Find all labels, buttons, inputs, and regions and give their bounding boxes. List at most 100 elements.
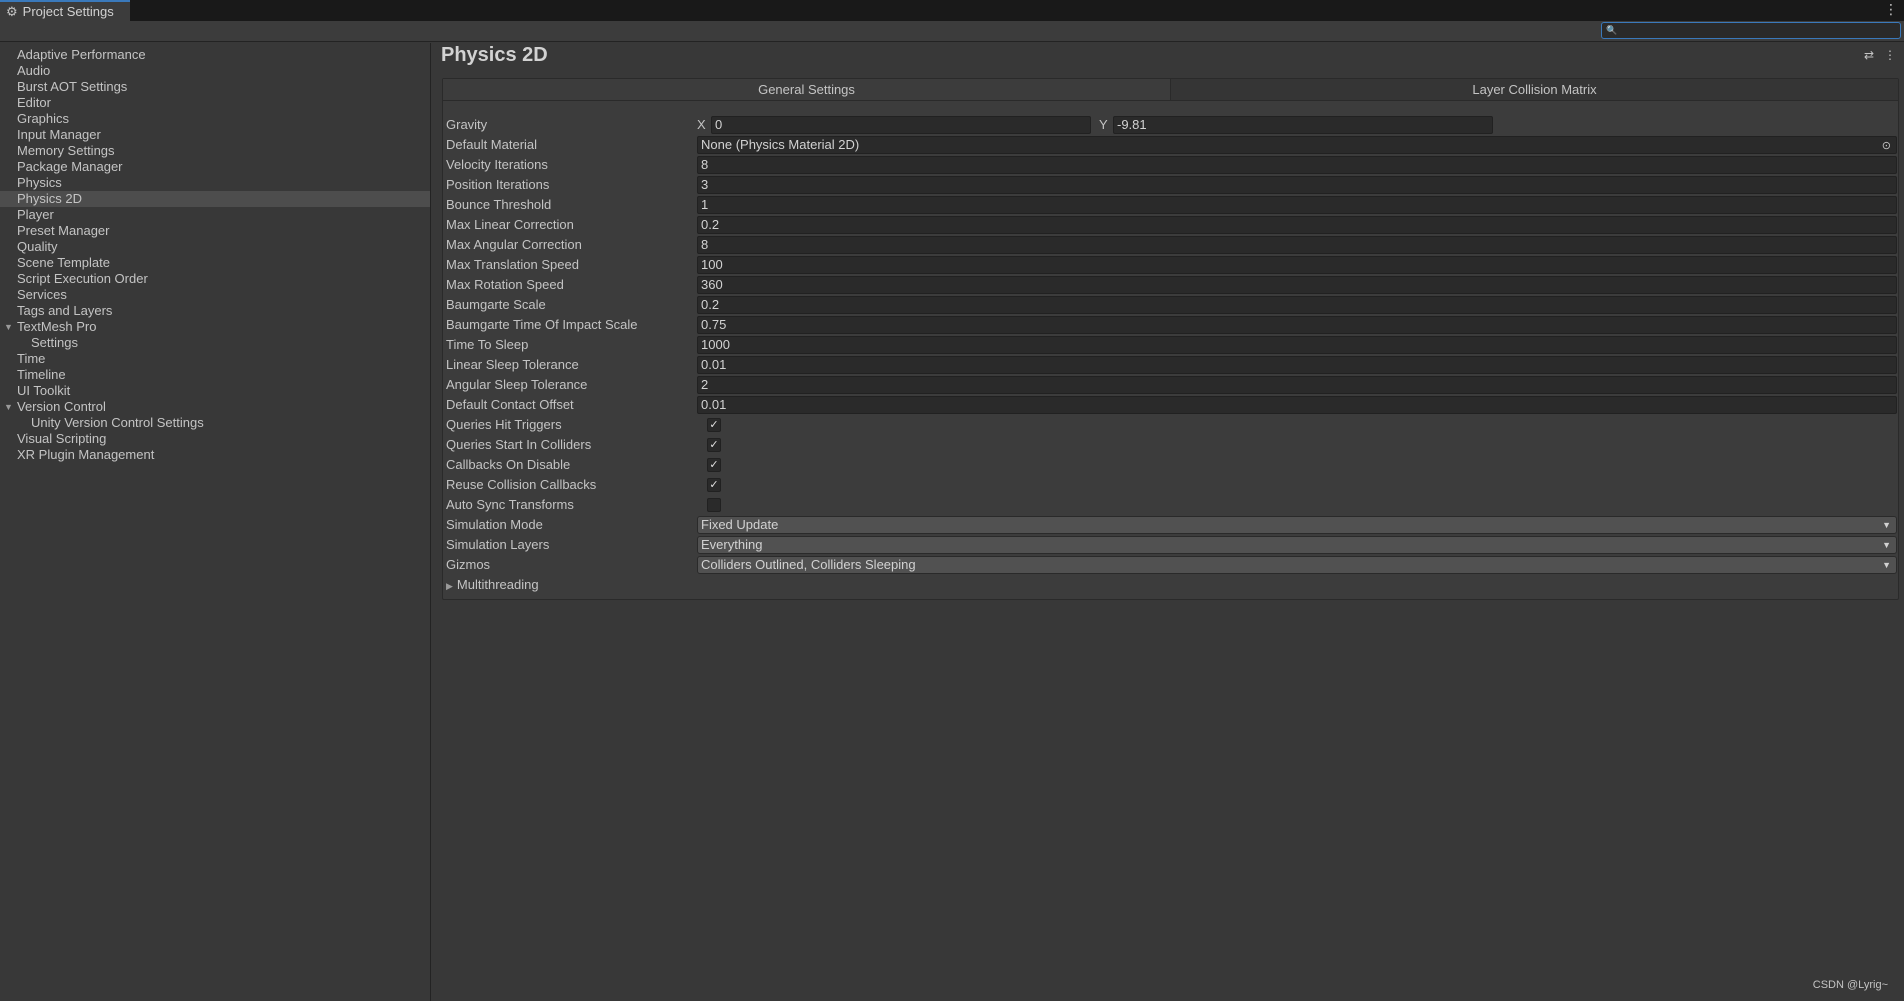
main-panel: Physics 2D ⇄ ⋮ General Settings Layer Co…: [432, 43, 1904, 1001]
linear-sleep-tolerance-row: Linear Sleep Tolerance 0.01: [443, 355, 1898, 375]
sidebar-item-preset-manager[interactable]: Preset Manager: [0, 223, 430, 239]
sidebar-item-visual-scripting[interactable]: Visual Scripting: [0, 431, 430, 447]
sidebar-item-label: Player: [17, 207, 54, 222]
auto-sync-transforms-checkbox[interactable]: [707, 498, 721, 512]
simulation-layers-row: Simulation Layers Everything ▼: [443, 535, 1898, 555]
baumgarte-time-of-impact-scale-row: Baumgarte Time Of Impact Scale 0.75: [443, 315, 1898, 335]
baumgarte-scale-field[interactable]: 0.2: [697, 296, 1897, 314]
gravity-x-label[interactable]: X: [697, 117, 706, 132]
tab-layer-collision-matrix[interactable]: Layer Collision Matrix: [1171, 79, 1898, 100]
sidebar-item-scene-template[interactable]: Scene Template: [0, 255, 430, 271]
default-material-field[interactable]: None (Physics Material 2D) ⊙: [697, 136, 1897, 154]
sidebar-item-label: XR Plugin Management: [17, 447, 155, 462]
baumgarte-scale-row: Baumgarte Scale 0.2: [443, 295, 1898, 315]
more-options-icon[interactable]: ⋮: [1884, 48, 1896, 62]
title-icons: ⇄ ⋮: [1864, 48, 1896, 62]
sidebar-item-version-control[interactable]: ▼ Version Control: [0, 399, 430, 415]
presets-icon[interactable]: ⇄: [1864, 48, 1874, 62]
max-angular-correction-field[interactable]: 8: [697, 236, 1897, 254]
search-input[interactable]: [1621, 23, 1892, 38]
queries-start-in-colliders-checkbox[interactable]: ✓: [707, 438, 721, 452]
position-iterations-field[interactable]: 3: [697, 176, 1897, 194]
expand-triangle-icon[interactable]: ▼: [4, 399, 13, 415]
expand-triangle-icon[interactable]: ▼: [4, 319, 13, 335]
gravity-x-field[interactable]: 0: [711, 116, 1091, 134]
max-linear-correction-row: Max Linear Correction 0.2: [443, 215, 1898, 235]
sidebar-item-label: Physics 2D: [17, 191, 83, 206]
sidebar-item-graphics[interactable]: Graphics: [0, 111, 430, 127]
linear-sleep-tolerance-field[interactable]: 0.01: [697, 356, 1897, 374]
gizmos-dropdown[interactable]: Colliders Outlined, Colliders Sleeping ▼: [697, 556, 1897, 574]
sidebar-item-package-manager[interactable]: Package Manager: [0, 159, 430, 175]
gravity-row: Gravity X 0 Y -9.81: [443, 115, 1898, 135]
sidebar-item-textmesh-pro[interactable]: ▼ TextMesh Pro: [0, 319, 430, 335]
window-menu-icon[interactable]: ⋮: [1884, 2, 1898, 16]
sidebar-item-services[interactable]: Services: [0, 287, 430, 303]
simulation-mode-dropdown[interactable]: Fixed Update ▼: [697, 516, 1897, 534]
project-settings-tab[interactable]: ⚙ Project Settings: [0, 0, 130, 21]
page-title: Physics 2D: [441, 44, 548, 66]
reuse-collision-callbacks-row: Reuse Collision Callbacks ✓: [443, 475, 1898, 495]
reuse-collision-callbacks-label: Reuse Collision Callbacks: [446, 477, 597, 492]
search-box[interactable]: 🔍: [1601, 22, 1901, 39]
sidebar-item-xr-plugin-management[interactable]: XR Plugin Management: [0, 447, 430, 463]
max-linear-correction-field[interactable]: 0.2: [697, 216, 1897, 234]
time-to-sleep-label: Time To Sleep: [446, 337, 529, 352]
sidebar-item-memory-settings[interactable]: Memory Settings: [0, 143, 430, 159]
gravity-y-field[interactable]: -9.81: [1113, 116, 1493, 134]
sidebar-item-label: Memory Settings: [17, 143, 115, 158]
default-contact-offset-row: Default Contact Offset 0.01: [443, 395, 1898, 415]
bounce-threshold-row: Bounce Threshold 1: [443, 195, 1898, 215]
time-to-sleep-field[interactable]: 1000: [697, 336, 1897, 354]
sidebar-item-tags-and-layers[interactable]: Tags and Layers: [0, 303, 430, 319]
max-rotation-speed-label: Max Rotation Speed: [446, 277, 564, 292]
callbacks-on-disable-row: Callbacks On Disable ✓: [443, 455, 1898, 475]
gear-icon: ⚙: [6, 3, 18, 19]
queries-start-in-colliders-row: Queries Start In Colliders ✓: [443, 435, 1898, 455]
time-to-sleep-row: Time To Sleep 1000: [443, 335, 1898, 355]
sidebar-item-physics-2d[interactable]: Physics 2D: [0, 191, 430, 207]
sidebar-item-unity-version-control-settings[interactable]: Unity Version Control Settings: [0, 415, 430, 431]
gravity-y-label[interactable]: Y: [1099, 117, 1108, 132]
angular-sleep-tolerance-field[interactable]: 2: [697, 376, 1897, 394]
sidebar-item-label: Preset Manager: [17, 223, 110, 238]
sidebar-item-physics[interactable]: Physics: [0, 175, 430, 191]
dropdown-value: Fixed Update: [701, 517, 779, 532]
sidebar-item-audio[interactable]: Audio: [0, 63, 430, 79]
sidebar-item-timeline[interactable]: Timeline: [0, 367, 430, 383]
settings-rows: Gravity X 0 Y -9.81 Default Material Non…: [443, 115, 1898, 595]
max-linear-correction-label: Max Linear Correction: [446, 217, 574, 232]
sidebar-item-label: UI Toolkit: [17, 383, 71, 398]
tab-general-settings[interactable]: General Settings: [443, 79, 1171, 100]
multithreading-label: Multithreading: [456, 577, 539, 592]
sidebar-item-player[interactable]: Player: [0, 207, 430, 223]
sidebar-item-ui-toolkit[interactable]: UI Toolkit: [0, 383, 430, 399]
max-translation-speed-field[interactable]: 100: [697, 256, 1897, 274]
sidebar-item-quality[interactable]: Quality: [0, 239, 430, 255]
sidebar-item-script-execution-order[interactable]: Script Execution Order: [0, 271, 430, 287]
gizmos-row: Gizmos Colliders Outlined, Colliders Slee…: [443, 555, 1898, 575]
queries-hit-triggers-row: Queries Hit Triggers ✓: [443, 415, 1898, 435]
simulation-layers-dropdown[interactable]: Everything ▼: [697, 536, 1897, 554]
queries-hit-triggers-checkbox[interactable]: ✓: [707, 418, 721, 432]
reuse-collision-callbacks-checkbox[interactable]: ✓: [707, 478, 721, 492]
chevron-down-icon: ▼: [1882, 560, 1891, 570]
sidebar-item-label: Input Manager: [17, 127, 101, 142]
max-rotation-speed-field[interactable]: 360: [697, 276, 1897, 294]
callbacks-on-disable-checkbox[interactable]: ✓: [707, 458, 721, 472]
bounce-threshold-field[interactable]: 1: [697, 196, 1897, 214]
sidebar-item-burst-aot-settings[interactable]: Burst AOT Settings: [0, 79, 430, 95]
default-contact-offset-field[interactable]: 0.01: [697, 396, 1897, 414]
sidebar-item-editor[interactable]: Editor: [0, 95, 430, 111]
sidebar-item-settings[interactable]: Settings: [0, 335, 430, 351]
sidebar-item-time[interactable]: Time: [0, 351, 430, 367]
sidebar-item-adaptive-performance[interactable]: Adaptive Performance: [0, 47, 430, 63]
multithreading-foldout[interactable]: ▶ Multithreading: [446, 577, 539, 592]
velocity-iterations-field[interactable]: 8: [697, 156, 1897, 174]
sidebar-item-label: Time: [17, 351, 46, 366]
velocity-iterations-row: Velocity Iterations 8: [443, 155, 1898, 175]
sidebar-item-label: TextMesh Pro: [17, 319, 97, 334]
object-picker-icon[interactable]: ⊙: [1882, 138, 1891, 154]
sidebar-item-input-manager[interactable]: Input Manager: [0, 127, 430, 143]
baumgarte-time-of-impact-scale-field[interactable]: 0.75: [697, 316, 1897, 334]
